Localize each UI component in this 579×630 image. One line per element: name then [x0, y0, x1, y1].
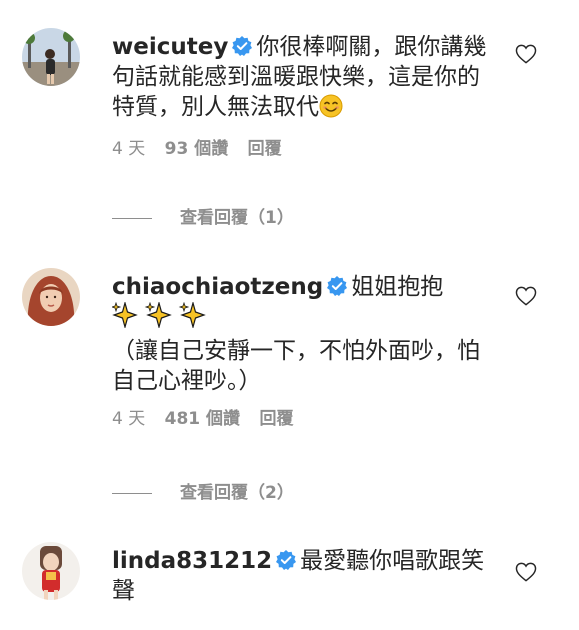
divider-line — [112, 217, 152, 219]
avatar[interactable] — [22, 268, 80, 326]
username[interactable]: weicutey — [112, 34, 228, 60]
comment-body: chiaochiaotzeng 姐姐抱抱 （讓自己安靜一下，不怕外面吵，怕自己心… — [110, 272, 492, 430]
divider-line — [112, 492, 152, 494]
likes-count[interactable]: 481 個讚 — [165, 409, 240, 429]
comment-text: chiaochiaotzeng 姐姐抱抱 （讓自己安靜一下，不怕外面吵，怕自己心… — [110, 272, 492, 396]
comment-content: 姐姐抱抱 — [351, 274, 444, 300]
timestamp: 4 天 — [112, 409, 146, 429]
reply-button[interactable]: 回覆 — [259, 409, 293, 429]
view-replies-button[interactable]: 查看回覆（2） — [112, 482, 294, 504]
likes-count[interactable]: 93 個讚 — [165, 139, 229, 159]
verified-badge-icon — [327, 274, 348, 296]
avatar[interactable] — [22, 28, 80, 86]
username[interactable]: chiaochiaotzeng — [112, 274, 323, 300]
heart-icon[interactable] — [515, 562, 537, 582]
reply-button[interactable]: 回覆 — [248, 139, 282, 159]
comment-content-2: （讓自己安靜一下，不怕外面吵，怕自己心裡吵。） — [112, 338, 480, 394]
comment-text: weicutey 你很棒啊關，跟你講幾句話就能感到溫暖跟快樂，這是你的特質，別人無… — [112, 32, 492, 126]
verified-badge-icon — [276, 548, 297, 570]
comment-body: weicutey 你很棒啊關，跟你講幾句話就能感到溫暖跟快樂，這是你的特質，別人無… — [112, 32, 492, 160]
smiling-face-emoji-icon — [319, 94, 343, 126]
view-replies-button[interactable]: 查看回覆（1） — [112, 207, 294, 229]
username[interactable]: linda831212 — [112, 548, 272, 574]
view-replies-label: 查看回覆（1） — [180, 208, 294, 228]
comment-meta: 4 天 93 個讚 回覆 — [112, 138, 492, 160]
view-replies-label: 查看回覆（2） — [180, 483, 294, 503]
timestamp: 4 天 — [112, 139, 146, 159]
comment-meta: 4 天 481 個讚 回覆 — [112, 408, 492, 430]
sparkles-emoji-icon — [110, 300, 208, 334]
comment-text: linda831212 最愛聽你唱歌跟笑聲 — [112, 546, 492, 606]
comment-body: linda831212 最愛聽你唱歌跟笑聲 — [112, 546, 492, 606]
verified-badge-icon — [232, 34, 253, 56]
heart-icon[interactable] — [515, 44, 537, 64]
heart-icon[interactable] — [515, 286, 537, 306]
avatar[interactable] — [22, 542, 80, 600]
